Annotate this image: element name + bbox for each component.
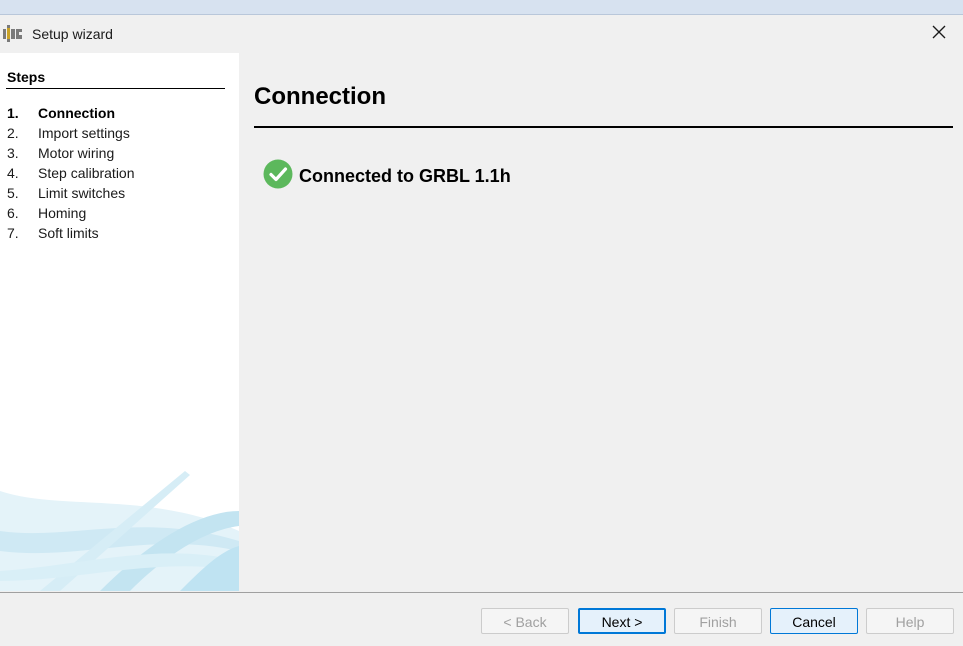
cancel-button[interactable]: Cancel [770,608,858,634]
steps-sidebar: Steps 1. Connection 2. Import settings 3… [0,53,239,591]
step-label: Step calibration [38,165,135,181]
steps-divider [6,88,225,89]
step-number: 7. [7,225,19,241]
close-button[interactable] [924,20,954,48]
step-label: Homing [38,205,87,221]
step-item-import-settings: 2. Import settings [0,123,239,143]
step-label: Soft limits [38,225,99,241]
step-number: 3. [7,145,19,161]
step-label: Motor wiring [38,145,115,161]
title-bar: Setup wizard [0,15,963,53]
step-item-connection: 1. Connection [0,103,239,123]
status-text: Connected to GRBL 1.1h [299,165,511,186]
help-button[interactable]: Help [866,608,954,634]
main-content: Connection Connected to GRBL 1.1h [239,53,963,591]
step-item-homing: 6. Homing [0,203,239,223]
step-number: 4. [7,165,19,181]
step-number: 5. [7,185,19,201]
app-logo-icon [3,25,23,43]
step-item-step-calibration: 4. Step calibration [0,163,239,183]
decorative-swoosh [0,471,239,591]
title-divider [254,126,953,128]
step-label: Limit switches [38,185,126,201]
connection-status: Connected to GRBL 1.1h [263,159,511,194]
step-item-motor-wiring: 3. Motor wiring [0,143,239,163]
step-item-limit-switches: 5. Limit switches [0,183,239,203]
next-button[interactable]: Next > [578,608,666,634]
check-circle-icon [263,159,293,194]
step-number: 6. [7,205,19,221]
close-icon [932,25,946,44]
steps-heading: Steps [7,69,46,85]
back-button[interactable]: < Back [481,608,569,634]
step-number: 2. [7,125,19,141]
step-label: Connection [38,105,115,121]
step-number: 1. [7,105,19,121]
steps-list: 1. Connection 2. Import settings 3. Moto… [0,103,239,243]
top-strip [0,0,963,15]
setup-wizard-window: Setup wizard Steps 1. Connection 2. Impo… [0,0,963,646]
footer-divider [0,592,963,593]
step-label: Import settings [38,125,130,141]
window-title: Setup wizard [32,26,113,42]
finish-button[interactable]: Finish [674,608,762,634]
page-title: Connection [254,83,386,110]
step-item-soft-limits: 7. Soft limits [0,223,239,243]
